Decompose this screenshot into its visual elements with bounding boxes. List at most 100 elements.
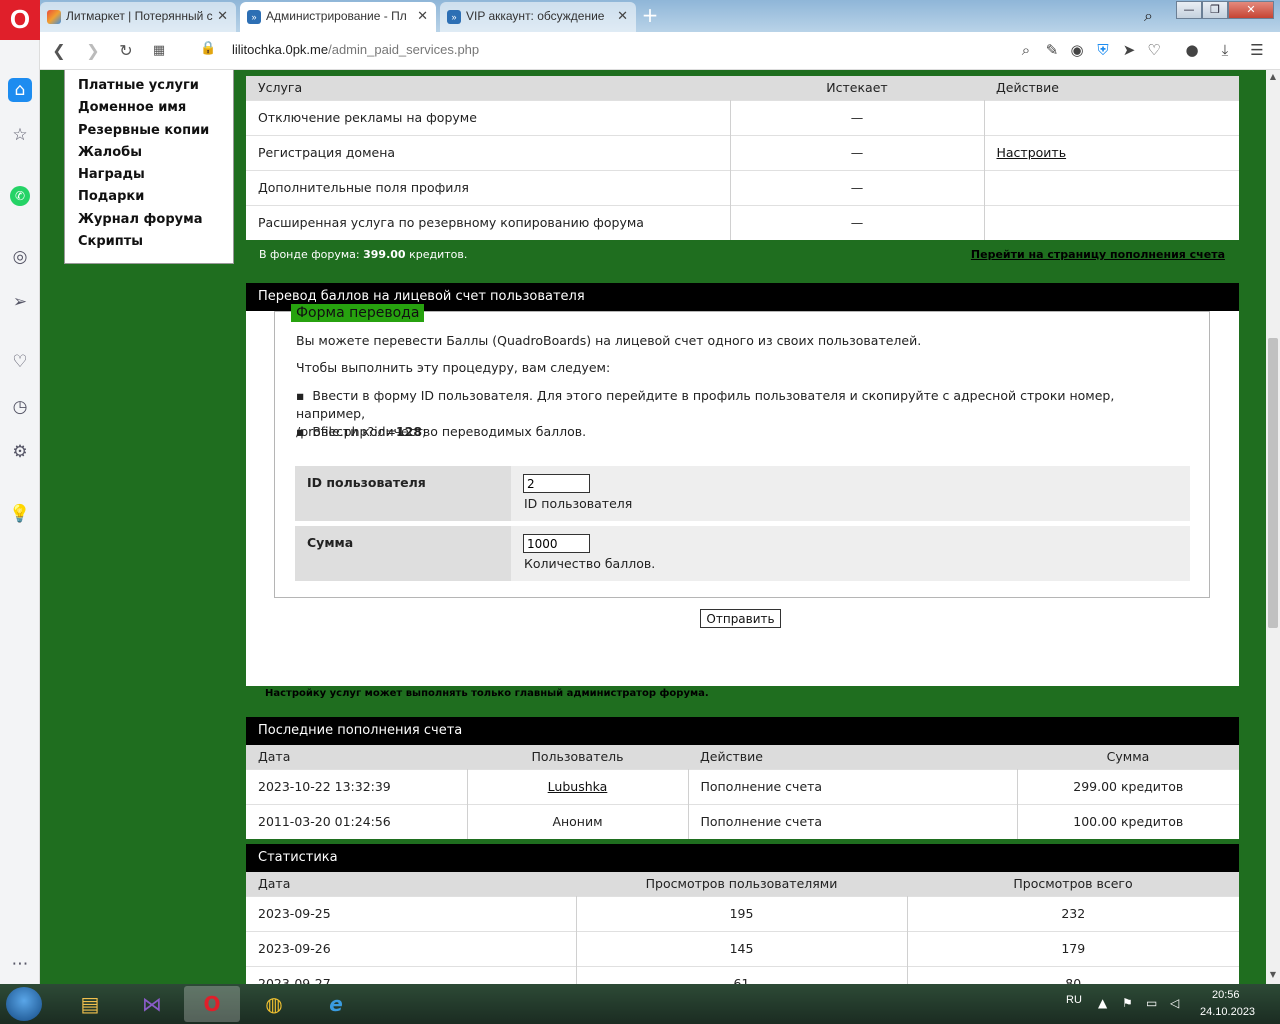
tab-search-icon[interactable]: ⌕	[1144, 6, 1153, 26]
history-clock-icon[interactable]: ◷	[8, 395, 32, 419]
more-dots-icon[interactable]: ⋯	[8, 952, 32, 976]
stat-date: 2023-09-25	[246, 895, 577, 931]
tab-label: VIP аккаунт: обсуждение	[466, 9, 605, 23]
easy-setup-icon[interactable]: ☰	[1247, 40, 1267, 60]
lightbulb-icon[interactable]: 💡	[8, 502, 32, 526]
opera-menu-button[interactable]: O	[0, 0, 40, 40]
back-arrow-icon[interactable]: ❮	[48, 40, 70, 62]
bullet-icon: ▪	[296, 424, 313, 439]
bookmark-star-icon[interactable]: ☆	[8, 123, 32, 147]
send-icon[interactable]: ➢	[8, 290, 32, 314]
menu-item-gifts[interactable]: Подарки	[78, 186, 233, 208]
tabs-grid-icon[interactable]: ▦	[148, 40, 170, 62]
opera-taskbar-icon[interactable]: O	[184, 986, 240, 1022]
send-icon[interactable]: ➤	[1119, 40, 1139, 60]
minimize-button[interactable]: —	[1176, 1, 1202, 19]
litmarket-favicon-icon	[47, 10, 61, 24]
url-field[interactable]: lilitochka.0pk.me/admin_paid_services.ph…	[232, 42, 479, 57]
stats-panel: Статистика Дата Просмотров пользователям…	[246, 844, 1239, 984]
language-indicator[interactable]: RU	[1066, 994, 1082, 1006]
payment-action: Пополнение счета	[688, 803, 1018, 839]
visual-studio-icon[interactable]: ⋈	[124, 986, 180, 1022]
profile-icon[interactable]: ●	[1182, 40, 1202, 60]
stat-total-views: 80	[907, 965, 1239, 984]
menu-item-complaints[interactable]: Жалобы	[78, 142, 233, 164]
page-scrollbar[interactable]: ▲ ▼	[1266, 70, 1280, 984]
new-tab-plus-icon[interactable]: +	[640, 5, 660, 25]
menu-item-domain[interactable]: Доменное имя	[78, 97, 233, 119]
clock-time[interactable]: 20:56	[1212, 989, 1240, 1001]
scroll-down-icon[interactable]: ▼	[1268, 970, 1278, 980]
camera-icon[interactable]: ◉	[1067, 40, 1087, 60]
internet-explorer-icon[interactable]: e	[308, 986, 364, 1022]
vpn-shield-icon[interactable]: ⛨	[1093, 40, 1113, 60]
service-name: Расширенная услуга по резервному копиров…	[246, 204, 731, 240]
col-header-date: Дата	[246, 872, 576, 896]
configure-domain-link[interactable]: Настроить	[997, 145, 1067, 160]
url-domain: lilitochka.0pk.me	[232, 42, 329, 57]
display-icon[interactable]: ▭	[1146, 996, 1157, 1010]
heart-icon[interactable]: ♡	[8, 350, 32, 374]
page-content: Платные услуги Доменное имя Резервные ко…	[40, 70, 1266, 984]
payment-action: Пополнение счета	[688, 768, 1018, 804]
volume-icon[interactable]: ◁	[1170, 996, 1179, 1010]
menu-item-scripts[interactable]: Скрипты	[78, 231, 233, 253]
tab-vip[interactable]: » VIP аккаунт: обсуждение ✕	[440, 2, 636, 32]
tab-admin[interactable]: » Администрирование - Пл ✕	[240, 2, 436, 32]
menu-item-awards[interactable]: Награды	[78, 164, 233, 186]
scroll-up-icon[interactable]: ▲	[1268, 72, 1278, 82]
amount-hint: Количество баллов.	[524, 556, 656, 571]
admin-only-note: Настройку услуг может выполнять только г…	[265, 688, 709, 699]
tab-close-icon[interactable]: ✕	[417, 2, 428, 30]
menu-item-forum-log[interactable]: Журнал форума	[78, 209, 233, 231]
payment-user: Аноним	[467, 803, 689, 839]
user-id-input[interactable]	[523, 474, 590, 493]
whatsapp-icon[interactable]: ✆	[10, 186, 30, 206]
menu-item-backups[interactable]: Резервные копии	[78, 120, 233, 142]
zoom-search-icon[interactable]: ⌕	[1016, 40, 1036, 60]
edit-icon[interactable]: ✎	[1042, 40, 1062, 60]
transfer-panel: Перевод баллов на лицевой счет пользоват…	[246, 283, 1239, 686]
settings-gear-icon[interactable]: ⚙	[8, 440, 32, 464]
table-row: 2011-03-20 01:24:56 Аноним Пополнение сч…	[246, 803, 1239, 839]
stat-date: 2023-09-26	[246, 930, 577, 966]
reload-icon[interactable]: ↻	[115, 40, 137, 62]
lock-icon[interactable]: 🔒	[200, 41, 216, 56]
tab-close-icon[interactable]: ✕	[217, 2, 228, 30]
submit-button[interactable]: Отправить	[700, 609, 781, 628]
heart-icon[interactable]: ♡	[1144, 40, 1164, 60]
download-icon[interactable]: ⤓	[1215, 40, 1235, 60]
tab-strip: O Литмаркет | Потерянный с ✕ » Администр…	[0, 0, 1280, 40]
menu-item-paid-services[interactable]: Платные услуги	[78, 75, 233, 97]
home-icon[interactable]: ⌂	[8, 78, 32, 102]
clock-date[interactable]: 24.10.2023	[1200, 1006, 1255, 1018]
topup-page-link[interactable]: Перейти на страницу пополнения счета	[971, 240, 1225, 270]
scroll-thumb[interactable]	[1268, 338, 1278, 628]
forum-favicon-icon: »	[447, 10, 461, 24]
tray-expand-icon[interactable]: ▲	[1098, 996, 1107, 1010]
admin-menu: Платные услуги Доменное имя Резервные ко…	[64, 70, 234, 264]
forum-favicon-icon: »	[247, 10, 261, 24]
file-explorer-icon[interactable]: ▤	[62, 986, 118, 1022]
forward-arrow-icon[interactable]: ❯	[82, 40, 104, 62]
transfer-fieldset: Форма перевода Вы можете перевести Баллы…	[274, 304, 1210, 598]
service-name: Отключение рекламы на форуме	[246, 99, 731, 135]
opera-logo-icon: O	[9, 4, 31, 34]
close-window-button[interactable]: ✕	[1228, 1, 1274, 19]
chrome-icon[interactable]: ◍	[246, 986, 302, 1022]
player-icon[interactable]: ◎	[8, 245, 32, 269]
payment-user-link[interactable]: Lubushka	[548, 779, 608, 794]
service-action	[984, 169, 1239, 205]
table-row: Регистрация домена — Настроить	[246, 134, 1239, 170]
tab-litmarket[interactable]: Литмаркет | Потерянный с ✕	[40, 2, 236, 32]
address-toolbar: ❮ ❯ ↻ ▦ 🔒 lilitochka.0pk.me/admin_paid_s…	[40, 32, 1280, 70]
col-header-action: Действие	[688, 745, 1017, 769]
start-button[interactable]	[6, 987, 42, 1021]
restore-button[interactable]: ❐	[1202, 1, 1228, 19]
tab-label: Литмаркет | Потерянный с	[66, 9, 213, 23]
network-error-icon[interactable]: ⚑	[1122, 996, 1133, 1010]
tab-close-icon[interactable]: ✕	[617, 2, 628, 30]
opera-sidebar: ⌂ ☆ ✆ ◎ ➢ ♡ ◷ ⚙ 💡 ⋯	[0, 40, 40, 984]
amount-input[interactable]	[523, 534, 590, 553]
stat-user-views: 61	[576, 965, 908, 984]
